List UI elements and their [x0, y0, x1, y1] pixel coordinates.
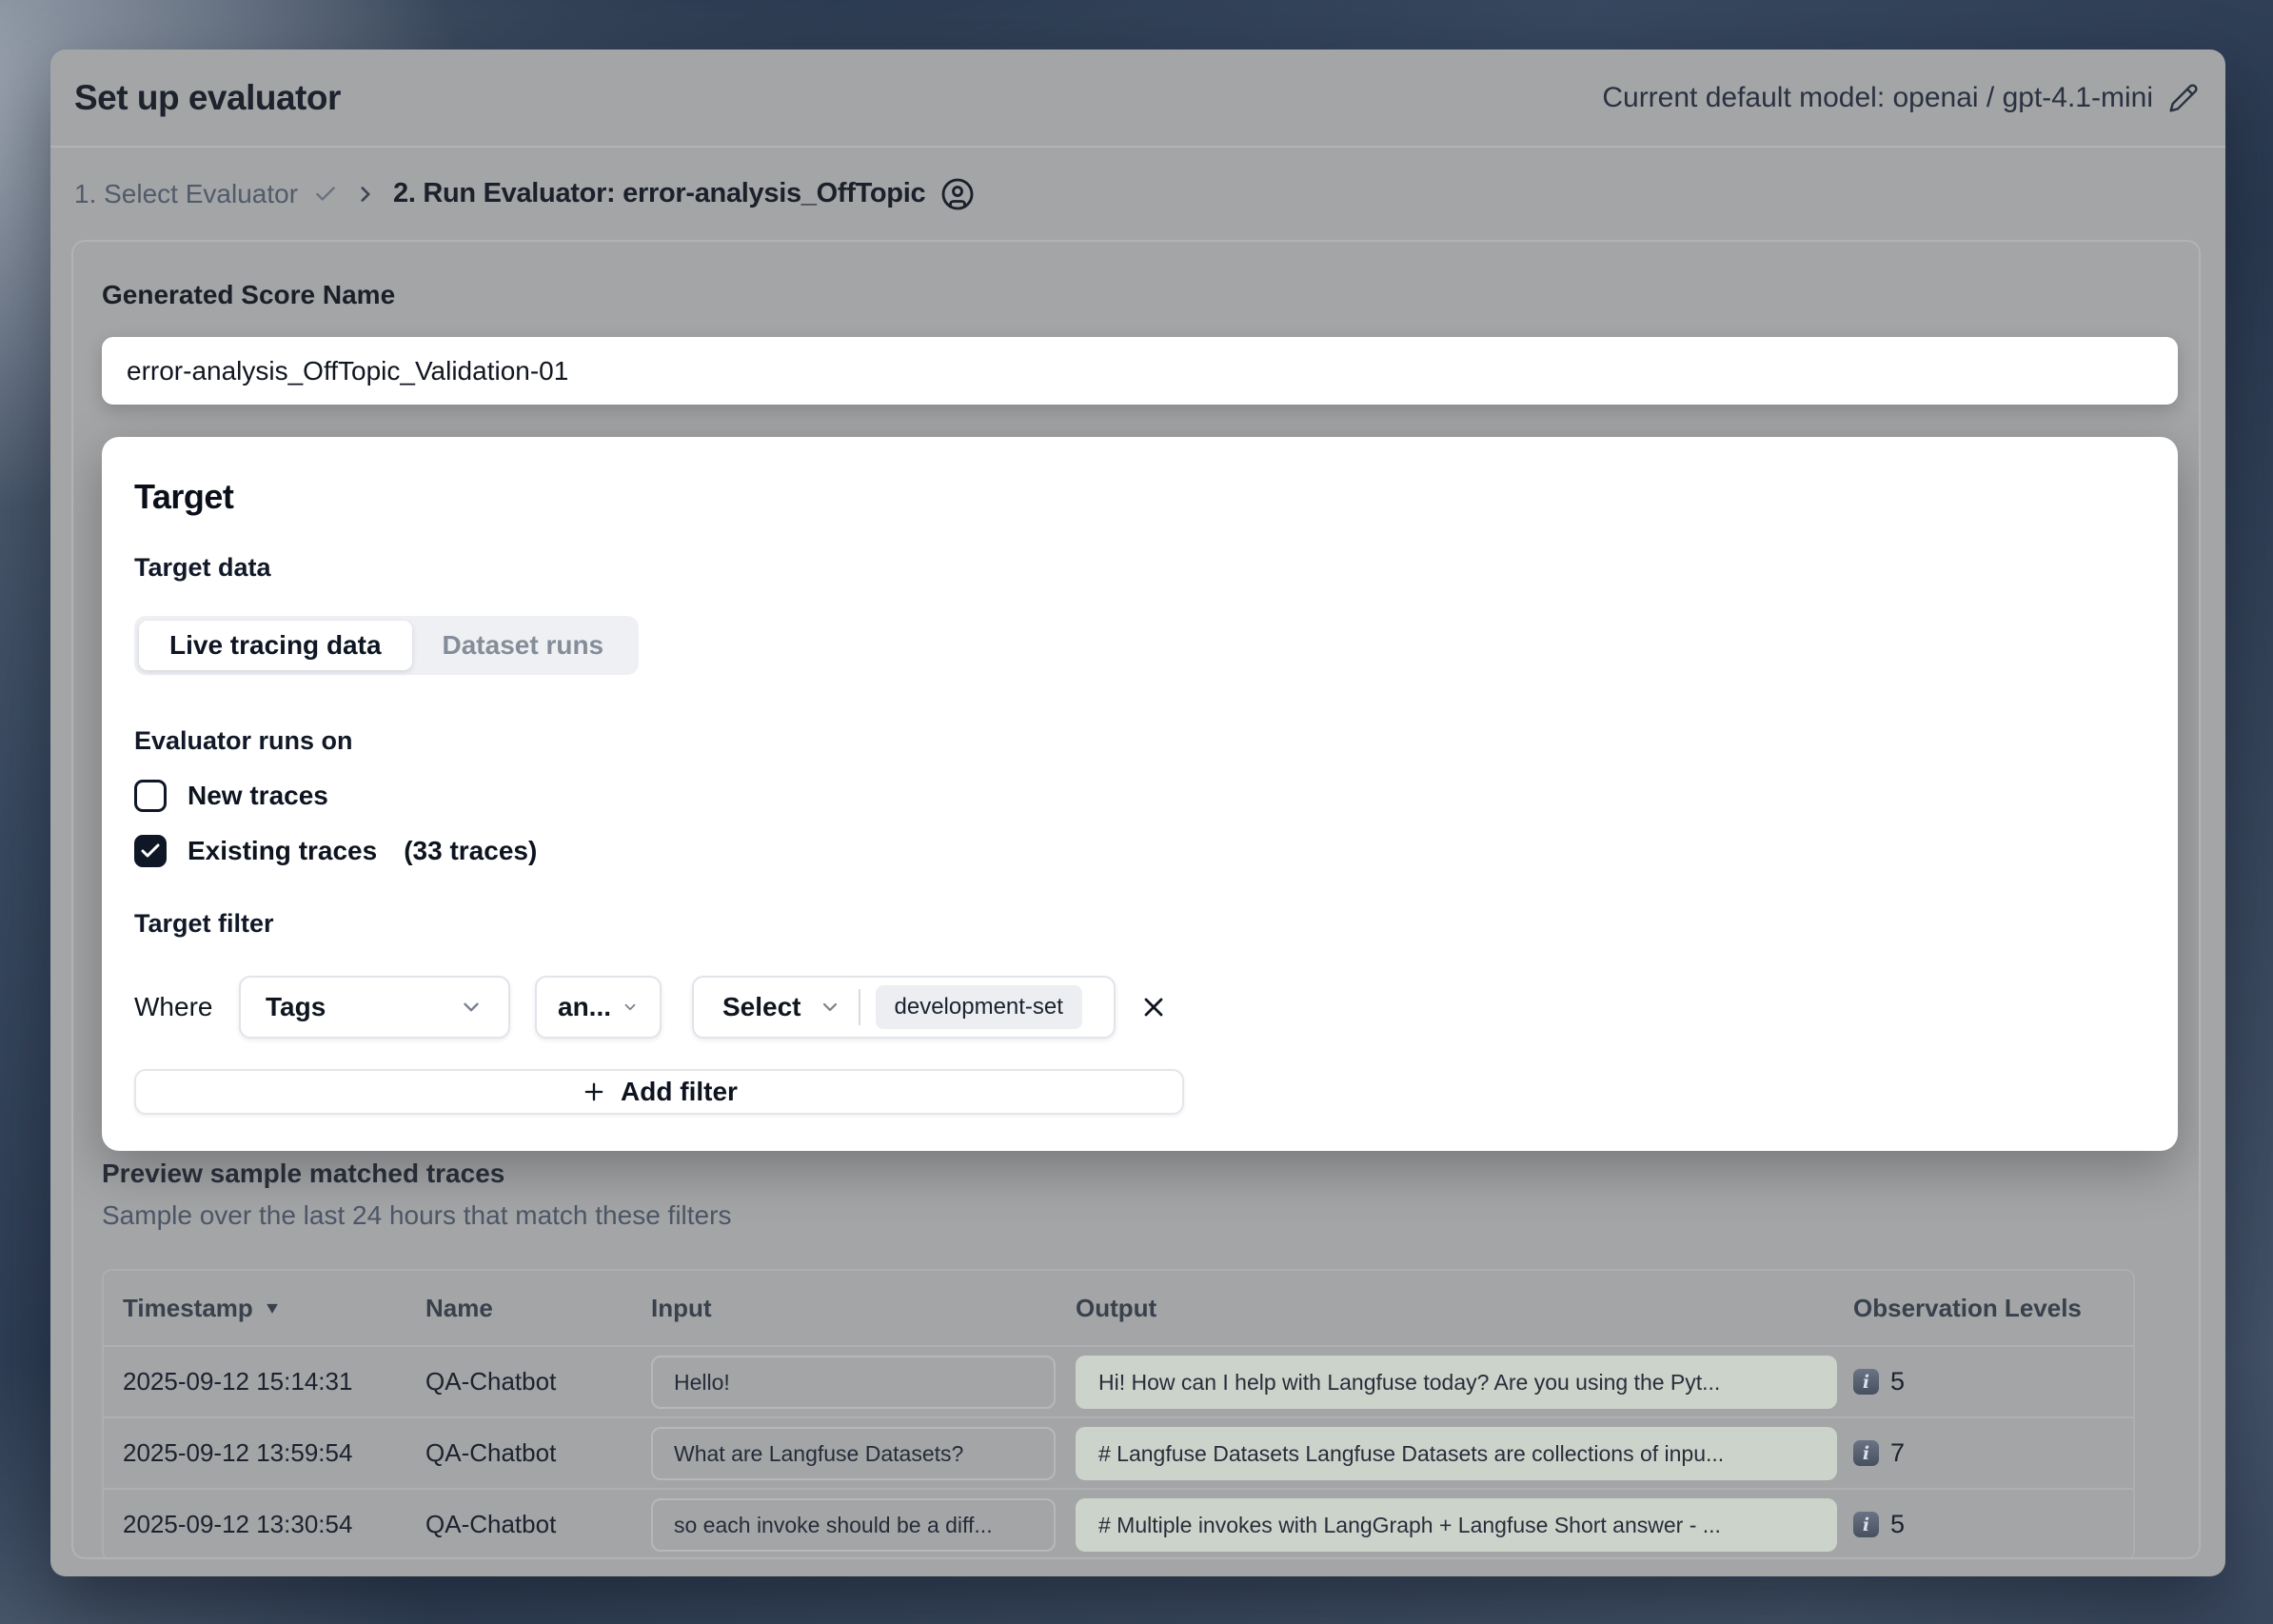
info-icon: i	[1853, 1512, 1879, 1537]
add-filter-button[interactable]: Add filter	[134, 1069, 1184, 1115]
divider	[859, 989, 860, 1025]
column-header-timestamp[interactable]: Timestamp	[104, 1294, 425, 1323]
column-header-output: Output	[1076, 1294, 1853, 1323]
target-title: Target	[134, 479, 2140, 515]
setup-evaluator-dialog: Set up evaluator Current default model: …	[50, 50, 2225, 1576]
score-name-label: Generated Score Name	[102, 280, 2178, 310]
evaluator-runs-on-label: Evaluator runs on	[134, 726, 2140, 755]
observation-count: 5	[1890, 1510, 1905, 1539]
default-model: Current default model: openai / gpt-4.1-…	[1602, 82, 2199, 114]
cell-timestamp: 2025-09-12 15:14:31	[104, 1367, 425, 1396]
filter-value-select[interactable]: Select development-set	[692, 976, 1116, 1039]
breadcrumb: 1. Select Evaluator 2. Run Evaluator: er…	[50, 148, 2225, 240]
cell-observation-levels: i 5	[1853, 1510, 2133, 1539]
filter-where-label: Where	[134, 992, 239, 1022]
chevron-right-icon	[353, 182, 378, 207]
existing-traces-count: (33 traces)	[404, 836, 537, 866]
filter-operator-select[interactable]: an...	[535, 976, 662, 1039]
preview-title: Preview sample matched traces	[102, 1159, 2178, 1189]
option-new-traces: New traces	[134, 780, 2140, 812]
breadcrumb-step2: 2. Run Evaluator: error-analysis_OffTopi…	[393, 178, 925, 209]
target-filter-label: Target filter	[134, 909, 2140, 938]
input-chip: What are Langfuse Datasets?	[651, 1427, 1056, 1480]
cell-name: QA-Chatbot	[425, 1438, 651, 1468]
page-title: Set up evaluator	[74, 78, 341, 118]
target-data-label: Target data	[134, 553, 2140, 582]
table-row: 2025-09-12 13:59:54 QA-Chatbot What are …	[104, 1416, 2133, 1488]
observation-count: 5	[1890, 1367, 1905, 1396]
traces-table: Timestamp Name Input Output Observation …	[102, 1269, 2135, 1559]
preview-subtitle: Sample over the last 24 hours that match…	[102, 1200, 2178, 1231]
new-traces-checkbox[interactable]	[134, 780, 167, 812]
column-header-input: Input	[651, 1294, 1076, 1323]
existing-traces-label: Existing traces	[188, 836, 377, 866]
input-chip: so each invoke should be a diff...	[651, 1498, 1056, 1552]
edit-model-button[interactable]	[2168, 83, 2199, 113]
default-model-label: Current default model: openai / gpt-4.1-…	[1602, 82, 2153, 114]
chevron-down-icon	[459, 995, 484, 1020]
cell-timestamp: 2025-09-12 13:59:54	[104, 1438, 425, 1468]
check-icon	[139, 840, 162, 862]
output-chip: # Langfuse Datasets Langfuse Datasets ar…	[1076, 1427, 1837, 1480]
cell-name: QA-Chatbot	[425, 1510, 651, 1539]
cell-observation-levels: i 5	[1853, 1367, 2133, 1396]
remove-filter-button[interactable]	[1138, 992, 1169, 1022]
filter-column-select[interactable]: Tags	[239, 976, 510, 1039]
observation-count: 7	[1890, 1438, 1905, 1468]
table-header-row: Timestamp Name Input Output Observation …	[104, 1271, 2133, 1345]
input-chip: Hello!	[651, 1356, 1056, 1409]
output-chip: Hi! How can I help with Langfuse today? …	[1076, 1356, 1837, 1409]
add-filter-label: Add filter	[621, 1077, 738, 1107]
existing-traces-checkbox[interactable]	[134, 835, 167, 867]
option-existing-traces: Existing traces (33 traces)	[134, 835, 2140, 867]
filter-operator-value: an...	[558, 992, 611, 1022]
new-traces-label: New traces	[188, 781, 328, 811]
chevron-down-icon	[819, 996, 841, 1019]
cell-name: QA-Chatbot	[425, 1367, 651, 1396]
run-evaluator-panel: Generated Score Name Target Target data …	[71, 240, 2201, 1559]
column-header-observation-levels: Observation Levels	[1853, 1294, 2133, 1323]
filter-row: Where Tags an... Select development-set	[134, 976, 2140, 1039]
check-icon	[313, 182, 338, 207]
info-icon: i	[1853, 1369, 1879, 1395]
column-header-name: Name	[425, 1294, 651, 1323]
target-data-tabs: Live tracing data Dataset runs	[134, 616, 639, 675]
pencil-icon	[2168, 83, 2199, 113]
dialog-header: Set up evaluator Current default model: …	[50, 50, 2225, 148]
table-row: 2025-09-12 13:30:54 QA-Chatbot so each i…	[104, 1488, 2133, 1559]
breadcrumb-step1[interactable]: 1. Select Evaluator	[74, 179, 298, 209]
table-row: 2025-09-12 15:14:31 QA-Chatbot Hello! Hi…	[104, 1345, 2133, 1416]
sort-desc-icon	[263, 1298, 282, 1317]
cell-timestamp: 2025-09-12 13:30:54	[104, 1510, 425, 1539]
output-chip: # Multiple invokes with LangGraph + Lang…	[1076, 1498, 1837, 1552]
filter-value-placeholder: Select	[722, 992, 801, 1022]
filter-value-chip: development-set	[876, 985, 1082, 1029]
plus-icon	[581, 1079, 607, 1105]
score-name-input[interactable]	[102, 337, 2178, 405]
tab-live-tracing-data[interactable]: Live tracing data	[139, 621, 412, 670]
target-card: Target Target data Live tracing data Dat…	[102, 437, 2178, 1151]
cell-observation-levels: i 7	[1853, 1438, 2133, 1468]
filter-column-value: Tags	[266, 992, 326, 1022]
info-icon: i	[1853, 1440, 1879, 1466]
chevron-down-icon	[622, 999, 639, 1016]
close-icon	[1138, 992, 1169, 1022]
tab-dataset-runs[interactable]: Dataset runs	[412, 621, 635, 670]
user-circle-icon	[940, 177, 975, 211]
